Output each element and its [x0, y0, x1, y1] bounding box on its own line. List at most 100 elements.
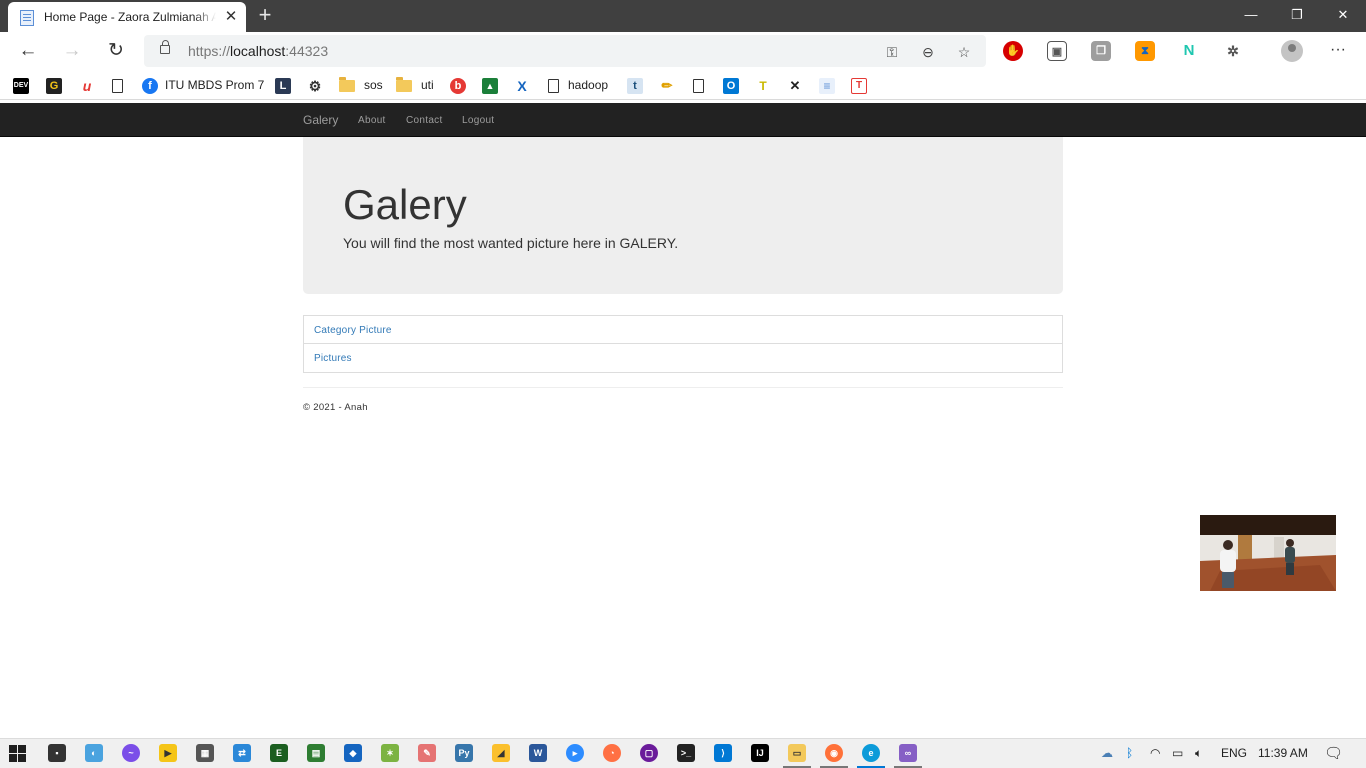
favorite-dev[interactable]: DEV: [13, 75, 36, 95]
editor-icon[interactable]: E: [270, 744, 288, 762]
scratch-icon[interactable]: ✶: [381, 744, 399, 762]
favorite-folder-sos[interactable]: sos: [339, 75, 383, 95]
doc-icon: ≡: [819, 77, 835, 94]
url-text[interactable]: https://localhost:44323: [188, 43, 328, 59]
pencil-icon: ✏: [661, 77, 673, 93]
battery-icon[interactable]: ▭: [1172, 746, 1183, 760]
intellij-icon[interactable]: IJ: [751, 744, 769, 762]
network-tool-icon[interactable]: ▤: [307, 744, 325, 762]
window-minimize-button[interactable]: —: [1228, 0, 1274, 30]
nav-link-contact[interactable]: Contact: [406, 115, 443, 126]
t-icon: t: [627, 77, 643, 94]
tab-close-icon[interactable]: ✕: [222, 8, 240, 26]
gear-icon: ⚙: [308, 77, 322, 94]
footer-divider: [303, 387, 1063, 388]
video-preview-window[interactable]: [1200, 515, 1336, 591]
site-brand-link[interactable]: Galery: [303, 113, 338, 127]
favorite-chart[interactable]: ▲: [482, 75, 505, 95]
favorite-label: sos: [364, 78, 383, 92]
favorite-t-red[interactable]: T: [851, 75, 874, 95]
browser-tab[interactable]: Home Page - Zaora Zulmianah A ✕: [8, 2, 246, 32]
favorite-g[interactable]: G: [46, 75, 69, 95]
stop-extension-icon[interactable]: ✋: [1003, 41, 1023, 61]
refresh-button[interactable]: ↻: [102, 38, 130, 64]
remote-desktop-icon[interactable]: ⇄: [233, 744, 251, 762]
media-player-icon[interactable]: ▶: [159, 744, 177, 762]
url-port: :44323: [285, 43, 329, 59]
favorite-outlook[interactable]: O: [723, 75, 746, 95]
favorite-label: ITU MBDS Prom 7: [165, 78, 265, 92]
hourglass-extension-icon[interactable]: ⧗: [1135, 41, 1155, 61]
favorite-l[interactable]: L: [275, 75, 298, 95]
bug-extension-icon[interactable]: ✲: [1223, 41, 1243, 61]
sticky-notes-icon[interactable]: ▪: [48, 744, 66, 762]
nav-link-about[interactable]: About: [358, 115, 386, 126]
volume-icon[interactable]: 🔈︎: [1195, 746, 1202, 761]
favorite-settings[interactable]: ⚙: [307, 75, 330, 95]
favorite-doc[interactable]: ≡: [819, 75, 842, 95]
forward-button[interactable]: →: [58, 38, 86, 64]
more-menu-button[interactable]: ···: [1326, 40, 1350, 62]
favorite-folder-uti[interactable]: uti: [396, 75, 434, 95]
cloud-sync-icon[interactable]: ☁: [1101, 746, 1113, 760]
browser-toolbar: ← → ↻ https://localhost:44323 ⚿ ⊖ ☆ ✋ ▣ …: [0, 32, 1366, 70]
purple-app-icon[interactable]: ▢: [640, 744, 658, 762]
favorite-b[interactable]: b: [450, 75, 473, 95]
new-tab-button[interactable]: +: [254, 3, 276, 27]
windows-taskbar: ▪ ◐ ~ ▶ ▦ ⇄ E ▤ ◆ ✶ ✎ Py ◢ W ▸ ◔ ▢ >_ ⟩ …: [0, 738, 1366, 768]
python-icon[interactable]: Py: [455, 744, 473, 762]
word-icon[interactable]: W: [529, 744, 547, 762]
screen: Home Page - Zaora Zulmianah A ✕ + — ❐ ✕ …: [0, 0, 1366, 768]
virtualbox-icon[interactable]: ◆: [344, 744, 362, 762]
folder-icon: [339, 76, 355, 92]
messenger-icon[interactable]: ~: [122, 744, 140, 762]
notifications-icon[interactable]: 🗨︎: [1324, 744, 1343, 762]
file-explorer-icon[interactable]: ▭: [788, 744, 806, 762]
favorite-t-yellow[interactable]: T: [755, 75, 778, 95]
address-bar[interactable]: https://localhost:44323 ⚿ ⊖ ☆: [144, 35, 986, 67]
zoom-out-icon[interactable]: ⊖: [918, 43, 938, 61]
favorite-cross[interactable]: ✕: [787, 75, 810, 95]
add-favorite-icon[interactable]: ☆: [954, 43, 974, 61]
list-item-category-picture[interactable]: Category Picture: [303, 315, 1063, 344]
u-icon: u: [82, 77, 92, 94]
draw-tool-icon[interactable]: ✎: [418, 744, 436, 762]
zoom-icon[interactable]: ▸: [566, 744, 584, 762]
browser-tool-icon[interactable]: ◔: [603, 744, 621, 762]
favorite-label: uti: [421, 78, 434, 92]
favorite-page[interactable]: [112, 75, 132, 95]
page-icon: [548, 78, 559, 93]
language-indicator[interactable]: ENG: [1221, 746, 1247, 760]
favorite-page-2[interactable]: [693, 75, 713, 95]
key-icon[interactable]: ⚿: [882, 43, 902, 61]
collections-extension-icon[interactable]: ❐: [1091, 41, 1111, 61]
favorite-x[interactable]: X: [514, 75, 537, 95]
wifi-icon[interactable]: ◠: [1150, 746, 1160, 760]
bluetooth-icon[interactable]: ᛒ: [1126, 746, 1133, 760]
clock[interactable]: 11:39 AM: [1258, 746, 1308, 760]
windows-start-icon[interactable]: [9, 745, 26, 762]
visual-studio-icon[interactable]: ∞: [899, 744, 917, 762]
edge-icon[interactable]: e: [862, 744, 880, 762]
calculator-icon[interactable]: ▦: [196, 744, 214, 762]
n-extension-icon[interactable]: N: [1179, 41, 1199, 61]
profile-avatar[interactable]: [1281, 40, 1303, 62]
window-restore-button[interactable]: ❐: [1274, 0, 1320, 30]
link-pictures[interactable]: Pictures: [314, 353, 352, 364]
terminal-icon[interactable]: >_: [677, 744, 695, 762]
favorite-hadoop[interactable]: hadoop: [548, 75, 608, 95]
favorite-u[interactable]: u: [79, 75, 102, 95]
firefox-icon[interactable]: ◉: [825, 744, 843, 762]
favorite-pencil[interactable]: ✏: [659, 75, 682, 95]
utility-icon[interactable]: ◢: [492, 744, 510, 762]
screenshot-extension-icon[interactable]: ▣: [1047, 41, 1067, 61]
link-category-picture[interactable]: Category Picture: [314, 325, 392, 336]
back-button[interactable]: ←: [14, 38, 42, 64]
paint-icon[interactable]: ◐: [85, 744, 103, 762]
favorite-t[interactable]: t: [627, 75, 650, 95]
nav-link-logout[interactable]: Logout: [462, 115, 494, 126]
window-close-button[interactable]: ✕: [1320, 0, 1366, 30]
favorite-itu-mbds[interactable]: f ITU MBDS Prom 7: [142, 75, 264, 95]
vscode-icon[interactable]: ⟩: [714, 744, 732, 762]
list-item-pictures[interactable]: Pictures: [303, 343, 1063, 373]
